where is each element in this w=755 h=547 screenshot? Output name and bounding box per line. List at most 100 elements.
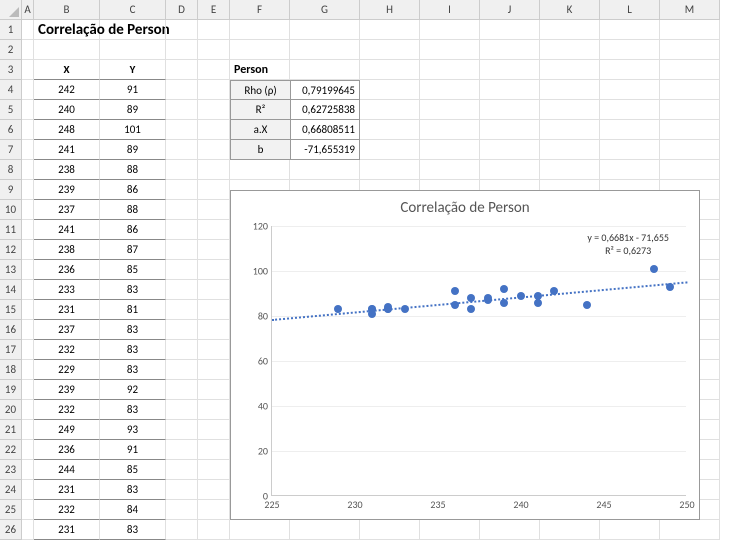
cell[interactable] <box>600 520 660 540</box>
row-header-14[interactable]: 14 <box>0 280 22 300</box>
cell[interactable] <box>660 100 720 120</box>
cell[interactable] <box>166 380 198 400</box>
cell[interactable] <box>166 80 198 100</box>
cell[interactable] <box>480 20 540 40</box>
col-header-I[interactable]: I <box>420 0 480 20</box>
data-y[interactable]: 89 <box>100 100 166 120</box>
data-x[interactable]: 229 <box>34 360 100 380</box>
cell[interactable] <box>290 60 360 80</box>
data-x[interactable]: 249 <box>34 420 100 440</box>
row-header-4[interactable]: 4 <box>0 80 22 100</box>
stats-value[interactable]: -71,655319 <box>290 140 360 160</box>
cell[interactable] <box>480 100 540 120</box>
cell[interactable] <box>360 120 420 140</box>
cell[interactable] <box>480 40 540 60</box>
cell[interactable] <box>198 220 230 240</box>
data-y[interactable]: 88 <box>100 200 166 220</box>
cell[interactable] <box>198 340 230 360</box>
cell[interactable] <box>660 60 720 80</box>
data-x[interactable]: 231 <box>34 300 100 320</box>
col-header-K[interactable]: K <box>540 0 600 20</box>
col-header-M[interactable]: M <box>660 0 720 20</box>
cell[interactable] <box>166 240 198 260</box>
data-x[interactable]: 231 <box>34 520 100 540</box>
cell[interactable] <box>166 360 198 380</box>
cell[interactable] <box>360 60 420 80</box>
cell[interactable] <box>34 40 100 60</box>
cell[interactable] <box>420 120 480 140</box>
row-header-25[interactable]: 25 <box>0 500 22 520</box>
cell[interactable] <box>198 260 230 280</box>
cell[interactable] <box>480 120 540 140</box>
cell[interactable] <box>198 180 230 200</box>
col-header-H[interactable]: H <box>360 0 420 20</box>
scatter-chart[interactable]: Correlação de Person y = 0,6681x - 71,65… <box>230 190 700 520</box>
cell[interactable] <box>198 520 230 540</box>
cell[interactable] <box>360 80 420 100</box>
data-header-x[interactable]: X <box>34 60 100 80</box>
data-y[interactable]: 85 <box>100 260 166 280</box>
data-x[interactable]: 233 <box>34 280 100 300</box>
row-header-16[interactable]: 16 <box>0 320 22 340</box>
row-header-23[interactable]: 23 <box>0 460 22 480</box>
cell[interactable] <box>22 120 34 140</box>
cell[interactable] <box>22 220 34 240</box>
cell[interactable] <box>360 20 420 40</box>
cell[interactable] <box>198 440 230 460</box>
cell[interactable] <box>480 140 540 160</box>
cell[interactable] <box>230 160 290 180</box>
cell[interactable] <box>540 80 600 100</box>
data-y[interactable]: 83 <box>100 340 166 360</box>
col-header-C[interactable]: C <box>100 0 166 20</box>
data-y[interactable]: 86 <box>100 180 166 200</box>
page-title[interactable]: Correlação de Person <box>34 20 100 40</box>
row-header-12[interactable]: 12 <box>0 240 22 260</box>
cell[interactable] <box>540 60 600 80</box>
stats-value[interactable]: 0,62725838 <box>290 100 360 120</box>
cell[interactable] <box>420 100 480 120</box>
cell[interactable] <box>660 520 720 540</box>
data-y[interactable]: 91 <box>100 440 166 460</box>
cell[interactable] <box>290 20 360 40</box>
cell[interactable] <box>600 20 660 40</box>
data-x[interactable]: 232 <box>34 500 100 520</box>
cell[interactable] <box>166 280 198 300</box>
cell[interactable] <box>166 480 198 500</box>
row-header-6[interactable]: 6 <box>0 120 22 140</box>
cell[interactable] <box>22 260 34 280</box>
row-header-11[interactable]: 11 <box>0 220 22 240</box>
cell[interactable] <box>540 160 600 180</box>
cell[interactable] <box>198 380 230 400</box>
cell[interactable] <box>360 100 420 120</box>
row-header-2[interactable]: 2 <box>0 40 22 60</box>
data-y[interactable]: 89 <box>100 140 166 160</box>
cell[interactable] <box>22 60 34 80</box>
cell[interactable] <box>600 120 660 140</box>
row-header-18[interactable]: 18 <box>0 360 22 380</box>
cell[interactable] <box>22 480 34 500</box>
cell[interactable] <box>22 400 34 420</box>
data-x[interactable]: 242 <box>34 80 100 100</box>
cell[interactable] <box>198 500 230 520</box>
cell[interactable] <box>420 20 480 40</box>
cell[interactable] <box>22 340 34 360</box>
stats-label[interactable]: Rho (ρ) <box>230 80 290 100</box>
cell[interactable] <box>540 20 600 40</box>
cell[interactable] <box>100 40 166 60</box>
data-x[interactable]: 238 <box>34 240 100 260</box>
cell[interactable] <box>198 160 230 180</box>
cell[interactable] <box>198 420 230 440</box>
data-x[interactable]: 232 <box>34 400 100 420</box>
cell[interactable] <box>198 320 230 340</box>
cell[interactable] <box>198 60 230 80</box>
cell[interactable] <box>198 40 230 60</box>
cell[interactable] <box>166 40 198 60</box>
row-header-21[interactable]: 21 <box>0 420 22 440</box>
cell[interactable] <box>22 300 34 320</box>
row-header-5[interactable]: 5 <box>0 100 22 120</box>
data-x[interactable]: 248 <box>34 120 100 140</box>
cell[interactable] <box>600 40 660 60</box>
row-header-20[interactable]: 20 <box>0 400 22 420</box>
row-header-24[interactable]: 24 <box>0 480 22 500</box>
row-header-1[interactable]: 1 <box>0 20 22 40</box>
